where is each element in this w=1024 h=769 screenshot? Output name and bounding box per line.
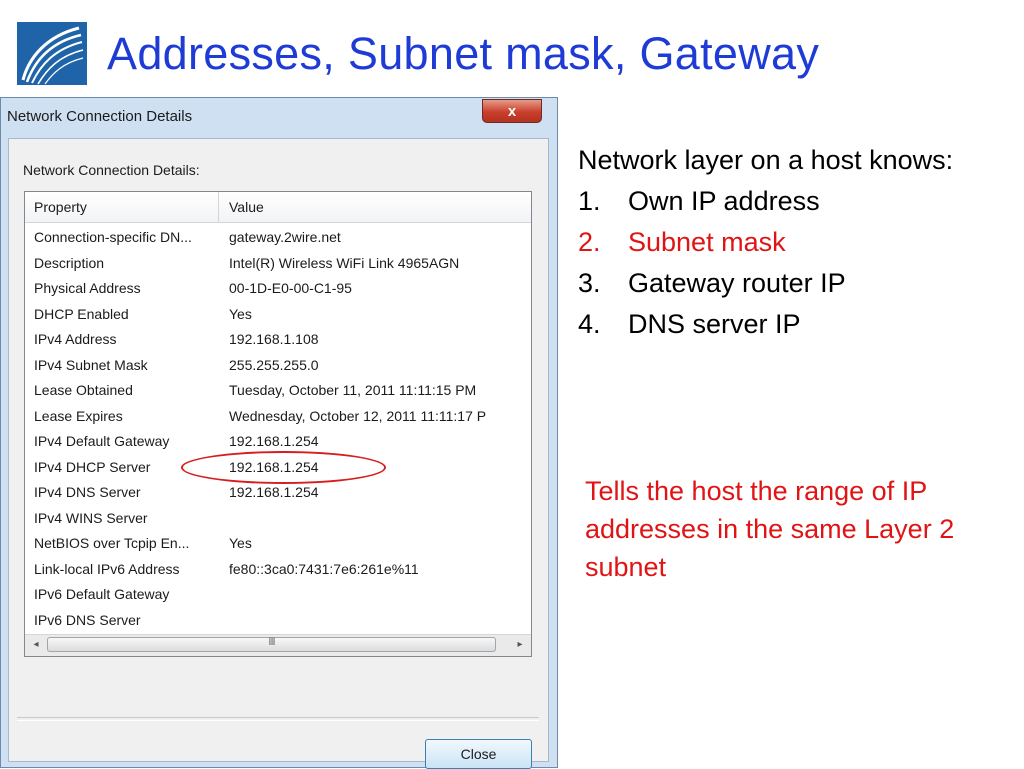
list-item: 3. Gateway router IP (578, 263, 1018, 304)
list-rows: Connection-specific DN... gateway.2wire.n… (25, 226, 531, 628)
list-text: Subnet mask (628, 227, 786, 257)
table-row[interactable]: DHCP Enabled Yes (25, 303, 531, 329)
horizontal-scrollbar[interactable]: ◂ III ▸ (25, 634, 531, 656)
value-cell: 255.255.255.0 (229, 356, 319, 373)
slide-title: Addresses, Subnet mask, Gateway (107, 28, 820, 79)
value-cell: 192.168.1.254 (229, 484, 319, 500)
value-cell: Intel(R) Wireless WiFi Link 4965AGN (229, 254, 460, 271)
dialog-title: Network Connection Details (7, 108, 193, 125)
grip-icon: III (268, 636, 275, 648)
column-header-value[interactable]: Value (229, 199, 264, 215)
list-item: 1. Own IP address (578, 181, 1018, 222)
table-row[interactable]: Description Intel(R) Wireless WiFi Link 4… (25, 252, 531, 278)
scroll-right-arrow-icon[interactable]: ▸ (509, 635, 531, 655)
property-cell: Link-local IPv6 Address (34, 560, 180, 577)
table-row[interactable]: IPv4 WINS Server (25, 507, 531, 533)
value-cell: Yes (229, 535, 252, 551)
list-number: 1. (578, 186, 601, 216)
swoosh-logo-icon (17, 22, 87, 85)
details-list-view[interactable]: Property Value Connection-specific DN...… (24, 191, 532, 657)
table-row[interactable]: Connection-specific DN... gateway.2wire.n… (25, 226, 531, 252)
table-row[interactable]: IPv4 DNS Server 192.168.1.254 (25, 481, 531, 507)
table-row[interactable]: IPv4 Address 192.168.1.108 (25, 328, 531, 354)
scrollbar-thumb[interactable]: III (47, 636, 496, 652)
table-row[interactable]: IPv6 Default Gateway (25, 583, 531, 609)
value-cell: Tuesday, October 11, 2011 11:11:15 PM (229, 382, 477, 398)
table-row-subnet-mask[interactable]: IPv4 Subnet Mask 255.255.255.0 (25, 354, 531, 380)
table-row[interactable]: Link-local IPv6 Address fe80::3ca0:7431:7… (25, 558, 531, 584)
column-header-property[interactable]: Property (34, 199, 87, 215)
property-cell: Lease Expires (34, 407, 123, 424)
property-cell: IPv4 Address (34, 331, 117, 347)
property-cell: Connection-specific DN... (34, 229, 192, 245)
list-text: Own IP address (628, 186, 820, 216)
property-cell: IPv4 Subnet Mask (34, 356, 148, 373)
list-item-highlighted: 2. Subnet mask (578, 222, 1018, 263)
value-cell: Wednesday, October 12, 2011 11:11:17 P (229, 407, 487, 424)
network-connection-details-dialog: Network Connection Details x Network Con… (0, 97, 558, 769)
table-row[interactable]: NetBIOS over Tcpip En... Yes (25, 532, 531, 558)
details-group-label: Network Connection Details: (23, 162, 200, 178)
property-cell: IPv6 DNS Server (34, 611, 141, 628)
list-text: DNS server IP (628, 309, 801, 339)
column-separator[interactable] (218, 192, 219, 222)
property-cell: IPv4 Default Gateway (34, 433, 170, 449)
value-cell: gateway.2wire.net (229, 229, 341, 245)
property-cell: NetBIOS over Tcpip En... (34, 535, 190, 551)
value-cell: 192.168.1.108 (229, 331, 319, 347)
list-number: 2. (578, 227, 601, 257)
value-cell: 192.168.1.254 (229, 433, 319, 449)
property-cell: DHCP Enabled (34, 305, 129, 322)
value-cell: Yes (229, 305, 252, 322)
value-cell: fe80::3ca0:7431:7e6:261e%11 (229, 560, 419, 577)
property-cell: IPv4 DNS Server (34, 484, 141, 500)
property-cell: Description (34, 254, 105, 271)
property-cell: Physical Address (34, 280, 141, 296)
notes-panel: Network layer on a host knows: 1. Own IP … (578, 140, 1018, 345)
table-row[interactable]: Lease Obtained Tuesday, October 11, 2011 … (25, 379, 531, 405)
property-cell: IPv6 Default Gateway (34, 586, 170, 602)
close-button[interactable]: Close (425, 739, 532, 769)
list-item: 4. DNS server IP (578, 304, 1018, 345)
list-number: 4. (578, 309, 601, 339)
table-row[interactable]: Physical Address 00-1D-E0-00-C1-95 (25, 277, 531, 303)
property-cell: IPv4 DHCP Server (34, 458, 151, 475)
table-row[interactable]: Lease Expires Wednesday, October 12, 2011… (25, 405, 531, 431)
list-text: Gateway router IP (628, 268, 846, 298)
value-cell: 00-1D-E0-00-C1-95 (229, 280, 352, 296)
window-close-button[interactable]: x (482, 99, 542, 123)
table-row[interactable]: IPv6 DNS Server (25, 609, 531, 635)
subnet-mask-highlight-ellipse (181, 451, 386, 484)
divider (17, 717, 539, 721)
scroll-left-arrow-icon[interactable]: ◂ (25, 635, 47, 655)
dialog-client-area: Network Connection Details: Property Val… (8, 138, 549, 769)
property-cell: IPv4 WINS Server (34, 509, 148, 526)
list-number: 3. (578, 268, 601, 298)
notes-intro: Network layer on a host knows: (578, 145, 954, 175)
property-cell: Lease Obtained (34, 382, 133, 398)
list-header: Property Value (25, 192, 531, 223)
notes-list: 1. Own IP address 2. Subnet mask 3. Gateway… (578, 181, 1018, 345)
subnet-explanation: Tells the host the range of IP addresses… (585, 476, 955, 582)
